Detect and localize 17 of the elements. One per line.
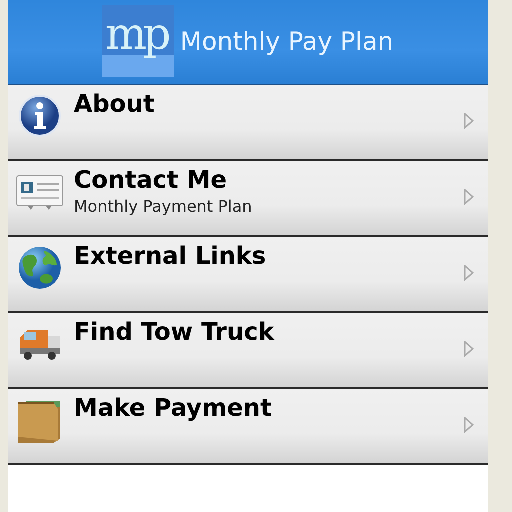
chevron-icon [464, 189, 474, 205]
chevron-icon [464, 113, 474, 129]
chevron-icon [464, 341, 474, 357]
menu-item-label: Contact Me [74, 166, 228, 194]
globe-icon [17, 245, 63, 291]
menu-item[interactable]: Contact Me Monthly Payment Plan [8, 161, 488, 237]
contact-card-icon [16, 174, 64, 210]
menu-item-subtitle: Monthly Payment Plan [74, 197, 254, 216]
menu-item[interactable]: External Links [8, 237, 488, 313]
info-icon [18, 94, 62, 138]
menu-item[interactable]: Make Payment [8, 389, 488, 465]
chevron-icon [464, 417, 474, 433]
chevron-icon [464, 265, 474, 281]
menu-item[interactable]: Find Tow Truck [8, 313, 488, 389]
menu-item[interactable]: About [8, 85, 488, 161]
app-title: Monthly Pay Plan [180, 27, 394, 56]
app-logo: mp [102, 5, 174, 77]
